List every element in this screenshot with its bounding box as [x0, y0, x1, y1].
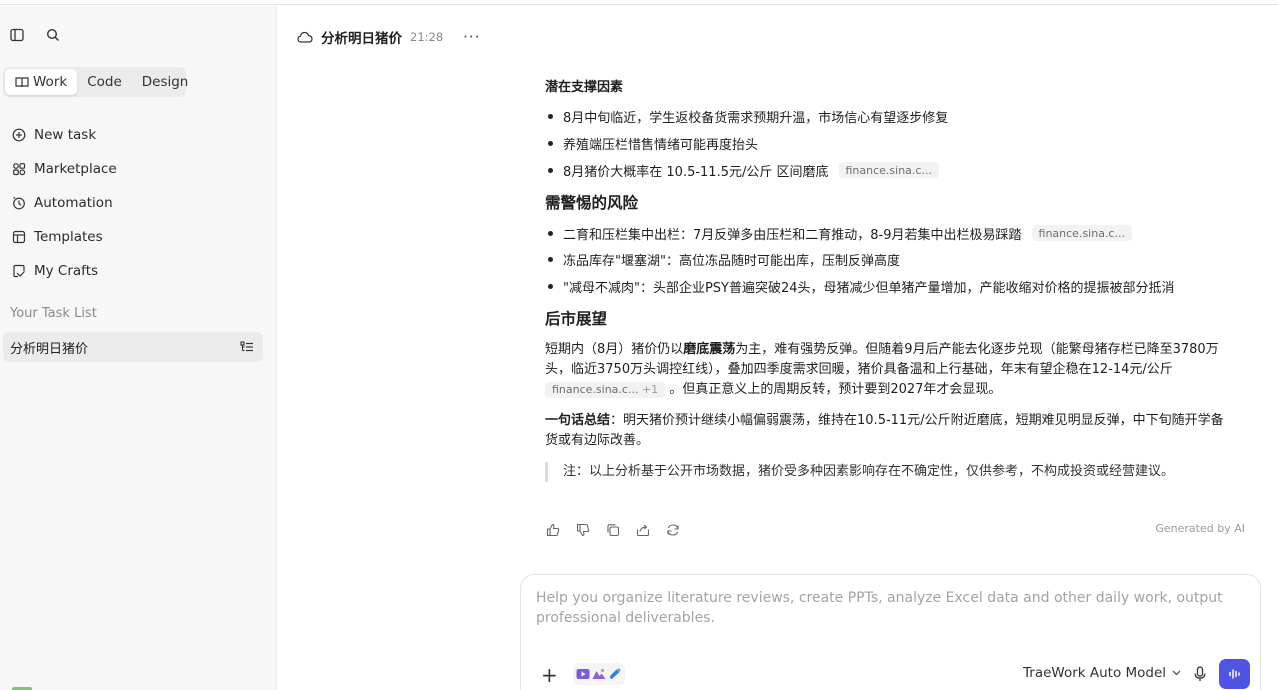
main-panel: 分析明日猪价 21:28 ··· 潜在支撑因素 8月中旬临近，学生返校备货需求预… — [277, 14, 1278, 690]
sidebar-item-templates[interactable]: Templates — [0, 220, 277, 254]
clock-icon — [13, 196, 25, 210]
voice-send-button[interactable] — [1219, 659, 1250, 689]
support-heading: 潜在支撑因素 — [545, 80, 624, 95]
conversation-time: 21:28 — [410, 30, 444, 44]
waveform-icon — [1228, 669, 1240, 679]
model-selector-label: TraeWork Auto Model — [1023, 665, 1167, 681]
bullet-icon — [548, 140, 553, 146]
list-item: "减母不减肉"：头部企业PSY普遍突破24头，母猪减少但单猪产量增加，产能收缩对… — [545, 276, 1175, 296]
sidebar-item-label: Templates — [34, 229, 103, 245]
list-item: 冻品库存"堰塞湖"：高位冻品随时可能出库，压制反弹高度 — [545, 249, 900, 269]
list-item: 二育和压栏集中出栏：7月反弹多由压栏和二育推动，8-9月若集中出栏极易踩踏 fi… — [545, 223, 1132, 243]
microphone-icon[interactable] — [1191, 665, 1209, 683]
thumbs-down-icon[interactable] — [575, 522, 591, 538]
image-icon — [592, 669, 606, 679]
add-attachment-button[interactable]: + — [541, 663, 558, 687]
bullet-icon — [548, 283, 553, 289]
citation-more-count: +1 — [641, 383, 659, 396]
marketplace-icon — [13, 163, 26, 176]
book-icon — [15, 77, 29, 88]
citation-chip[interactable]: finance.sina.c... — [1031, 225, 1132, 241]
generated-by-ai-label: Generated by AI — [1155, 522, 1245, 535]
tab-design[interactable]: Design — [132, 69, 199, 95]
sidebar-item-automation[interactable]: Automation — [0, 186, 277, 220]
bullet-icon — [548, 256, 553, 262]
message-composer: Help you organize literature reviews, cr… — [520, 574, 1261, 690]
outlook-text-1: 短期内（8月）猪价仍以 — [545, 342, 684, 357]
citation-chip[interactable]: finance.sina.c... +1 — [545, 382, 666, 398]
sidebar-item-marketplace[interactable]: Marketplace — [0, 152, 277, 186]
list-item-text: 8月中旬临近，学生返校备货需求预期升温，市场信心有望逐步修复 — [563, 110, 949, 126]
task-list-heading: Your Task List — [10, 306, 97, 321]
model-selector[interactable]: TraeWork Auto Model — [1023, 665, 1181, 681]
sidebar-nav: New task Marketplace Automation Template… — [0, 118, 277, 288]
sidebar-toolbar — [0, 6, 277, 62]
list-item: 8月中旬临近，学生返校备货需求预期升温，市场信心有望逐步修复 — [545, 106, 948, 126]
task-outline-icon[interactable] — [237, 337, 257, 357]
crafts-icon — [13, 264, 25, 278]
disclaimer-quote: 注：以上分析基于公开市场数据，猪价受多种因素影响存在不确定性，仅供参考，不构成投… — [545, 462, 1235, 482]
sidebar-item-label: My Crafts — [34, 263, 99, 279]
outlook-paragraph: 短期内（8月）猪价仍以磨底震荡为主，难有强势反弹。但随着9月后产能去化逐步兑现（… — [545, 340, 1235, 400]
video-icon — [576, 669, 590, 679]
prompt-input[interactable]: Help you organize literature reviews, cr… — [536, 589, 1246, 628]
mode-switcher: Work Code Design — [3, 67, 188, 97]
tab-design-label: Design — [141, 74, 189, 90]
thumbs-up-icon[interactable] — [545, 522, 561, 538]
sidebar: Work Code Design New task Marketplace Au… — [0, 6, 277, 690]
sidebar-item-new-task[interactable]: New task — [0, 118, 277, 152]
list-item: 8月猪价大概率在 10.5-11.5元/公斤 区间磨底 finance.sina… — [545, 160, 939, 180]
search-icon[interactable] — [42, 24, 64, 46]
copy-icon[interactable] — [605, 522, 621, 538]
chevron-down-icon — [1172, 670, 1181, 676]
outlook-text-3: 。但真正意义上的周期反转，预计要到2027年才会显现。 — [669, 382, 1002, 397]
plus-circle-icon — [12, 128, 26, 142]
sidebar-item-label: New task — [34, 127, 97, 143]
list-item-text: 8月猪价大概率在 10.5-11.5元/公斤 区间磨底 — [563, 164, 829, 180]
task-list-item[interactable]: 分析明日猪价 — [3, 332, 263, 362]
citation-chip-label: finance.sina.c... — [552, 383, 639, 396]
citation-chip[interactable]: finance.sina.c... — [838, 162, 939, 178]
templates-icon — [12, 230, 26, 244]
tab-code-label: Code — [87, 74, 122, 90]
list-item-text: 冻品库存"堰塞湖"：高位冻品随时可能出库，压制反弹高度 — [563, 253, 900, 269]
sidebar-toggle-icon[interactable] — [6, 24, 28, 46]
task-list-item-label: 分析明日猪价 — [10, 341, 89, 357]
window-top-border — [0, 0, 1278, 5]
summary-text: ：明天猪价预计继续小幅偏弱震荡，维持在10.5-11元/公斤附近磨底，短期难见明… — [545, 413, 1224, 448]
sidebar-item-label: Marketplace — [34, 161, 117, 177]
conversation-title: 分析明日猪价 — [321, 31, 402, 47]
summary-bold: 一句话总结 — [545, 413, 611, 428]
tab-code[interactable]: Code — [77, 69, 132, 95]
regenerate-icon[interactable] — [665, 522, 681, 538]
message-actions — [545, 522, 681, 538]
cloud-icon — [297, 31, 313, 43]
share-icon[interactable] — [635, 522, 651, 538]
list-item-text: 养殖端压栏惜售情绪可能再度抬头 — [563, 137, 759, 153]
tab-work[interactable]: Work — [5, 69, 78, 95]
sidebar-item-my-crafts[interactable]: My Crafts — [0, 254, 277, 288]
list-item-text: 二育和压栏集中出栏：7月反弹多由压栏和二育推动，8-9月若集中出栏极易踩踏 — [563, 227, 1022, 243]
sidebar-item-label: Automation — [34, 195, 113, 211]
bullet-icon — [548, 230, 553, 236]
outlook-bold: 磨底震荡 — [683, 342, 736, 357]
bullet-icon — [548, 167, 553, 173]
list-item-text: "减母不减肉"：头部企业PSY普遍突破24头，母猪减少但单猪产量增加，产能收缩对… — [563, 280, 1175, 296]
tab-work-label: Work — [33, 74, 68, 90]
conversation-header: 分析明日猪价 21:28 ··· — [297, 26, 480, 48]
tool-icons[interactable] — [573, 663, 625, 685]
risk-heading: 需警惕的风险 — [545, 194, 639, 212]
more-options-icon[interactable]: ··· — [463, 28, 480, 46]
bullet-icon — [548, 113, 553, 119]
list-item: 养殖端压栏惜售情绪可能再度抬头 — [545, 133, 758, 153]
summary-paragraph: 一句话总结：明天猪价预计继续小幅偏弱震荡，维持在10.5-11元/公斤附近磨底，… — [545, 411, 1235, 451]
outlook-heading: 后市展望 — [545, 310, 608, 328]
brush-icon — [610, 668, 621, 679]
